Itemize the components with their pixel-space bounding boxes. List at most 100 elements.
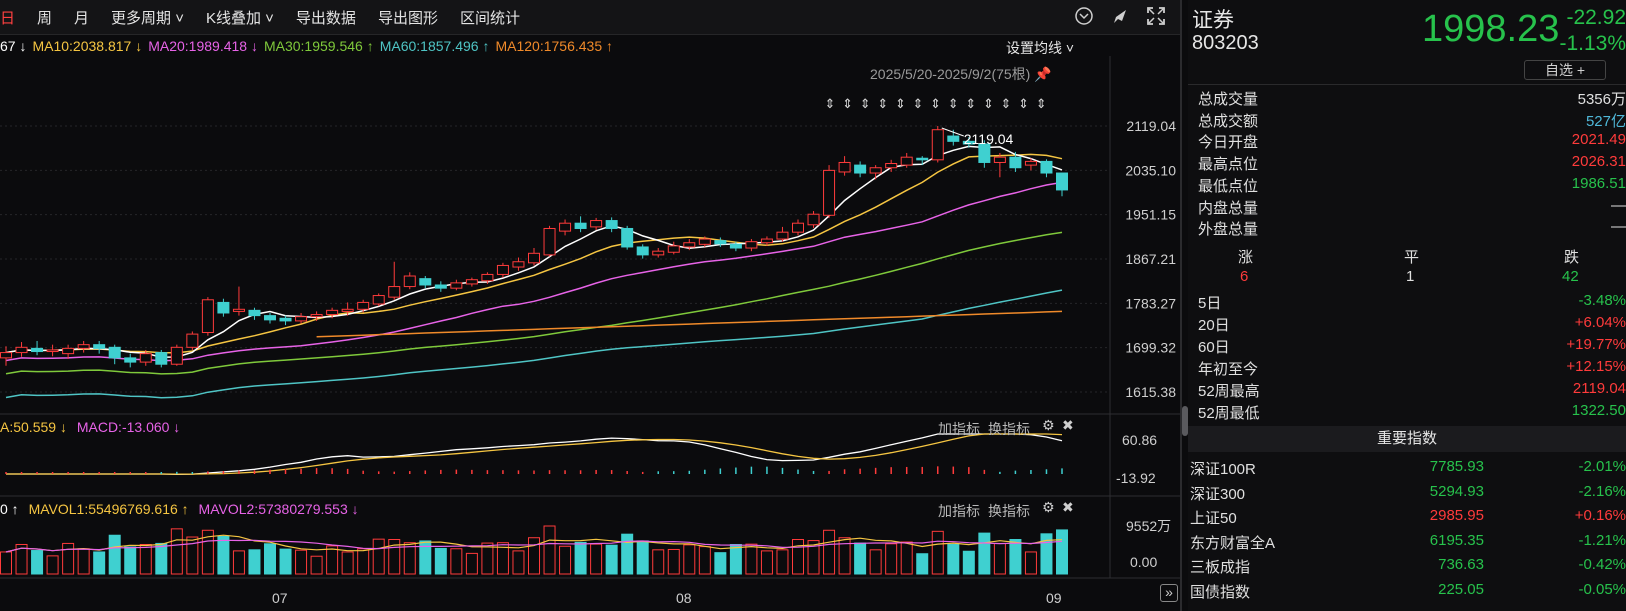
event-marker-icon: ⇕: [1018, 97, 1029, 112]
candle-body: [869, 167, 882, 174]
volume-bar: [77, 548, 90, 575]
price-axis-label: 1615.38: [1125, 384, 1176, 400]
price-axis-label: 1867.21: [1125, 251, 1176, 267]
volume-bar: [93, 551, 106, 575]
event-marker-icon: ⇕: [983, 97, 994, 112]
stat-row: 最高点位 2026.31: [1198, 153, 1626, 175]
macd-switch-indicator[interactable]: 换指标: [988, 419, 1030, 439]
event-marker-icon: ⇕: [913, 97, 924, 112]
index-row[interactable]: 三板成指 736.63 -0.42%: [1188, 556, 1626, 580]
volume-bar: [528, 537, 540, 575]
stat-row: 最低点位 1986.51: [1198, 175, 1626, 197]
macd-gear-icon[interactable]: ⚙: [1042, 417, 1055, 434]
volume-bar: [760, 550, 773, 575]
period-label: 52周最低: [1198, 405, 1260, 422]
vol-add-indicator[interactable]: 加指标: [938, 501, 980, 521]
event-marker-icon: ⇕: [930, 97, 941, 112]
candle-body: [1056, 172, 1068, 191]
volume-legend: 0 ↑ MAVOL1:55496769.616 ↑ MAVOL2:5738027…: [0, 501, 359, 517]
quote-panel: 证券 803203 1998.23 -22.92 -1.13% 自选 + 总成交…: [1188, 0, 1626, 611]
index-change: +0.16%: [1574, 507, 1626, 524]
candle-body: [248, 309, 261, 317]
candle-body: [1024, 160, 1037, 166]
volume-bar: [931, 530, 944, 575]
candle-body: [621, 227, 634, 248]
volume-bar: [481, 542, 494, 575]
vol-close-icon[interactable]: ✖: [1062, 499, 1074, 516]
index-row[interactable]: 上证50 2985.95 +0.16%: [1188, 507, 1626, 531]
index-name: 深证100R: [1190, 461, 1256, 478]
candle-body: [357, 301, 370, 310]
index-row[interactable]: 国债指数 225.05 -0.05%: [1188, 581, 1626, 605]
index-price: 7785.93: [1429, 458, 1484, 475]
event-marker-icon: ⇕: [1001, 97, 1012, 112]
volume-bar: [729, 543, 742, 575]
period-label: 60日: [1198, 339, 1230, 356]
candle-body: [543, 227, 556, 256]
volume-bar: [590, 543, 603, 575]
candle-body: [729, 243, 742, 249]
candle-body: [93, 344, 106, 349]
period-row: 60日 +19.77%: [1198, 336, 1626, 358]
stat-row: 总成交量 5356万: [1198, 88, 1626, 110]
candle-body: [605, 220, 618, 229]
ma20-line: [5, 181, 1063, 362]
candle-body: [760, 238, 773, 244]
add-watchlist-button[interactable]: 自选 +: [1524, 60, 1606, 80]
candle-body: [885, 163, 898, 169]
candle-body: [341, 308, 354, 312]
index-change: -0.05%: [1578, 580, 1626, 598]
volume-bar: [62, 542, 75, 575]
candle-body: [916, 157, 929, 161]
event-marker-icon: ⇕: [842, 97, 853, 112]
volume-bar: [993, 542, 1006, 575]
stat-value: 1986.51: [1571, 174, 1626, 192]
down-count: 42: [1562, 268, 1579, 285]
volume-bar: [698, 546, 711, 575]
volume-bar: [465, 552, 478, 575]
volume-bar: [621, 533, 634, 575]
candle-body: [279, 317, 292, 322]
macd-add-indicator[interactable]: 加指标: [938, 419, 980, 439]
volume-bar: [636, 540, 649, 575]
event-marker-icon: ⇕: [877, 97, 888, 112]
index-row[interactable]: 深证100R 7785.93 -2.01%: [1188, 458, 1626, 482]
index-row[interactable]: 深证300 5294.93 -2.16%: [1188, 483, 1626, 507]
ma60-line: [5, 289, 1063, 399]
expand-right-icon[interactable]: »: [1160, 584, 1178, 602]
vol-switch-indicator[interactable]: 换指标: [988, 501, 1030, 521]
index-price: 6195.35: [1429, 531, 1484, 549]
volume-bar: [1056, 529, 1068, 575]
index-name: 东方财富全A: [1190, 534, 1276, 552]
volume-bar: [559, 545, 572, 575]
volume-bar: [978, 532, 991, 575]
vol-gear-icon[interactable]: ⚙: [1042, 499, 1055, 516]
candle-body: [0, 352, 12, 359]
volume-bar: [139, 543, 152, 575]
volume-bar: [326, 545, 339, 575]
stat-label: 今日开盘: [1198, 134, 1259, 152]
macd-close-icon[interactable]: ✖: [1062, 417, 1074, 434]
candle-body: [698, 238, 711, 245]
volume-bar: [232, 550, 245, 575]
period-value: +19.77%: [1566, 336, 1626, 353]
volume-bar: [310, 555, 323, 575]
macd-value-legend: MACD:-13.060 ↓: [76, 419, 181, 435]
candle-body: [667, 245, 680, 253]
flat-count: 1: [1406, 268, 1415, 285]
candle-body: [528, 252, 540, 264]
macd-axis-top: 60.86: [1122, 432, 1158, 448]
candle-body: [170, 346, 183, 365]
vol-legend-a: 0 ↑: [0, 501, 19, 517]
volume-bar: [31, 550, 44, 575]
candle-body: [947, 135, 960, 142]
x-label-08: 08: [676, 590, 692, 606]
candle-body: [745, 241, 758, 249]
period-value: +12.15%: [1566, 358, 1626, 375]
candle-body: [590, 220, 603, 228]
index-change: -1.21%: [1578, 531, 1626, 549]
index-name: 国债指数: [1190, 583, 1251, 601]
candle-body: [155, 352, 168, 365]
index-row[interactable]: 东方财富全A 6195.35 -1.21%: [1188, 532, 1626, 556]
quote-divider: [1188, 84, 1626, 85]
